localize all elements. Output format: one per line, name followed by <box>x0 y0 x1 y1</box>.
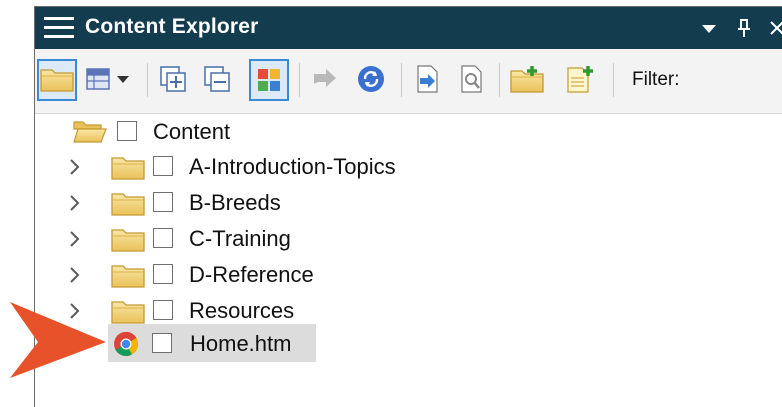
expand-all-button[interactable] <box>155 61 191 97</box>
open-folder-icon <box>73 121 107 143</box>
collapse-all-icon <box>204 66 230 92</box>
open-file-button[interactable] <box>409 61 445 97</box>
file-properties-icon <box>461 65 482 93</box>
chrome-icon <box>114 331 139 357</box>
folder-icon <box>111 229 145 252</box>
checkbox[interactable] <box>153 300 173 320</box>
tree-item-home-htm[interactable]: Home.htm <box>112 327 322 361</box>
chevron-right-icon <box>70 267 79 283</box>
refresh-button[interactable] <box>353 61 389 97</box>
tree-item-a-introduction-topics[interactable]: A-Introduction-Topics <box>67 150 487 184</box>
reply-disabled-button[interactable] <box>307 61 343 97</box>
callout-arrow-icon <box>10 302 106 378</box>
checkbox[interactable] <box>117 121 137 141</box>
tree-item-d-reference[interactable]: D-Reference <box>67 258 487 292</box>
tree-root-content[interactable]: Content <box>73 115 373 149</box>
refresh-icon <box>358 66 384 92</box>
arrow-disabled-icon <box>314 69 336 87</box>
panel-title: Content Explorer <box>85 15 259 38</box>
tree-item-label: B-Breeds <box>189 190 281 215</box>
chevron-right-icon <box>70 159 79 175</box>
new-folder-button[interactable] <box>509 61 545 97</box>
checkbox[interactable] <box>153 156 173 176</box>
title-bar: Content Explorer <box>35 7 782 49</box>
file-properties-button[interactable] <box>453 61 489 97</box>
folder-icon <box>111 301 145 324</box>
color-tiles-button[interactable] <box>249 59 289 101</box>
collapse-all-button[interactable] <box>199 61 235 97</box>
tree-item-label: D-Reference <box>189 262 314 287</box>
tree-item-c-training[interactable]: C-Training <box>67 222 487 256</box>
new-file-button[interactable] <box>563 61 599 97</box>
expand-all-icon <box>160 66 186 92</box>
filter-label: Filter: <box>632 69 680 90</box>
chevron-right-icon <box>70 195 79 211</box>
grid-view-icon <box>86 68 110 90</box>
tree-item-resources[interactable]: Resources <box>67 294 487 328</box>
open-folder-toolbar-button[interactable] <box>37 59 77 101</box>
tree-item-label: Content <box>153 119 231 144</box>
tree-item-label: C-Training <box>189 226 291 251</box>
checkbox[interactable] <box>153 264 173 284</box>
toolbar: Filter: <box>35 49 782 114</box>
hamburger-menu-icon[interactable] <box>44 17 74 39</box>
checkbox[interactable] <box>153 192 173 212</box>
new-file-icon <box>567 66 593 93</box>
tree-item-label: Home.htm <box>190 331 292 356</box>
tree-item-label: A-Introduction-Topics <box>189 154 396 179</box>
dropdown-arrow-icon[interactable] <box>697 16 721 40</box>
tree-item-b-breeds[interactable]: B-Breeds <box>67 186 487 220</box>
folder-icon <box>111 157 145 180</box>
checkbox[interactable] <box>152 333 172 353</box>
folder-icon <box>111 265 145 288</box>
file-open-icon <box>417 65 438 93</box>
chevron-right-icon <box>70 231 79 247</box>
chevron-down-icon[interactable] <box>113 61 133 97</box>
pin-icon[interactable] <box>732 16 756 40</box>
color-tiles-icon <box>258 69 280 91</box>
view-grid-button[interactable] <box>81 61 117 97</box>
checkbox[interactable] <box>153 228 173 248</box>
new-folder-icon <box>510 66 544 93</box>
folder-icon <box>111 193 145 216</box>
tree-item-label: Resources <box>189 298 295 323</box>
close-icon[interactable] <box>765 16 782 40</box>
